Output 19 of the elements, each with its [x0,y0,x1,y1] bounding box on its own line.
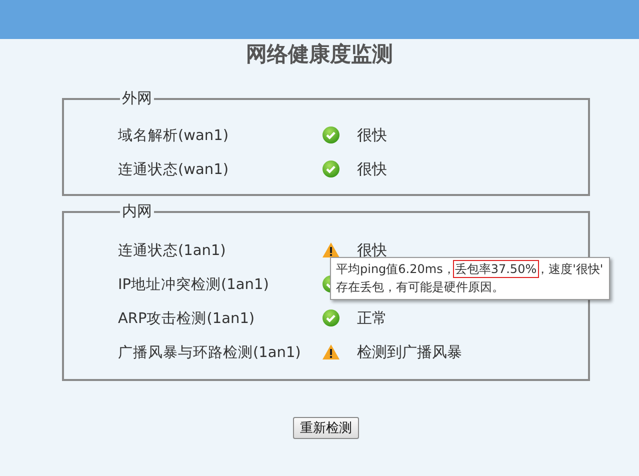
check-label: 连通状态(1an1) [118,242,227,260]
tooltip-text: ，速度'很快' [536,262,604,276]
check-label: 广播风暴与环路检测(1an1) [118,344,302,362]
recheck-button[interactable]: 重新检测 [293,417,359,439]
check-label: 域名解析(wan1) [118,126,230,144]
check-label: IP地址冲突检测(1an1) [118,276,270,294]
check-label: ARP攻击检测(1an1) [118,310,256,328]
check-result: 正常 [357,308,387,328]
tooltip-text: 平均ping值6.20ms， [336,262,455,276]
check-result: 很快 [357,126,387,144]
section-legend: 内网 [120,202,154,221]
highlighted-text: 丢包率37.50% [454,262,537,276]
check-label: 连通状态(wan1) [118,160,230,178]
check-result: 很快 [357,160,387,178]
tooltip-text: 存在丢包，有可能是硬件原因。 [336,279,505,296]
page-title: 网络健康度监测 [245,40,394,68]
section-legend: 外网 [120,89,154,108]
check-result: 检测到广播风暴 [357,342,462,362]
check-result: 很快 [357,240,387,260]
